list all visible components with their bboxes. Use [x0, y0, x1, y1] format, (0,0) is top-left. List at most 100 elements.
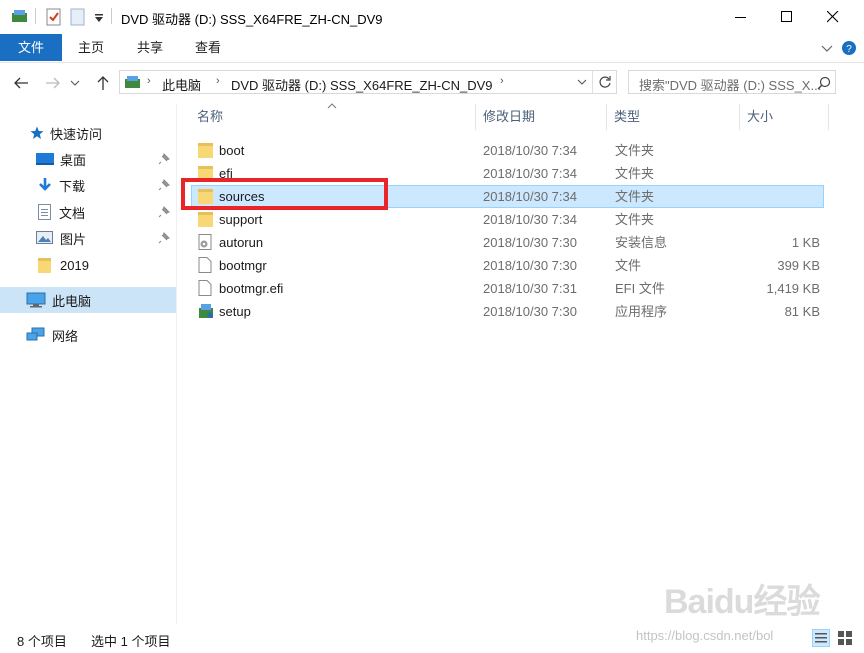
item-count: 8 个项目: [17, 634, 67, 649]
file-name: bootmgr.efi: [219, 281, 284, 296]
pin-icon[interactable]: [158, 153, 170, 165]
nav-item-documents[interactable]: 文档: [0, 199, 176, 225]
maximize-button[interactable]: [764, 0, 810, 34]
nav-label: 图片: [60, 231, 87, 247]
breadcrumb-drive[interactable]: DVD 驱动器 (D:) SSS_X64FRE_ZH-CN_DV9: [231, 75, 493, 94]
file-type: 文件夹: [615, 143, 655, 158]
file-date: 2018/10/30 7:34: [483, 189, 577, 204]
file-row[interactable]: support 2018/10/30 7:34 文件夹: [191, 208, 824, 231]
file-date: 2018/10/30 7:34: [483, 143, 577, 158]
file-row[interactable]: boot 2018/10/30 7:34 文件夹: [191, 139, 824, 162]
pin-icon[interactable]: [158, 232, 170, 244]
column-divider[interactable]: [828, 104, 829, 130]
desktop-icon: [36, 153, 54, 165]
folder-icon: [198, 212, 213, 227]
file-type: 文件夹: [615, 212, 655, 227]
nav-label: 此电脑: [52, 293, 92, 309]
chevron-down-icon[interactable]: [577, 78, 587, 86]
chevron-right-icon[interactable]: ›: [500, 75, 504, 87]
details-view-icon[interactable]: [812, 629, 830, 650]
tab-file[interactable]: 文件: [0, 34, 62, 61]
file-name: setup: [219, 304, 251, 319]
drive-icon: [125, 76, 140, 88]
watermark-url: https://blog.csdn.net/bol: [636, 628, 774, 643]
up-button[interactable]: [92, 72, 114, 94]
column-header-size[interactable]: 大小: [747, 104, 773, 130]
customize-quick-access-icon[interactable]: [94, 12, 104, 27]
nav-label: 网络: [52, 328, 79, 344]
minimize-button[interactable]: [718, 0, 764, 34]
file-name: boot: [219, 143, 245, 158]
file-type: 文件夹: [615, 189, 655, 204]
back-button[interactable]: [10, 72, 32, 94]
divider: [592, 71, 593, 93]
column-divider[interactable]: [739, 104, 740, 130]
file-icon: [198, 257, 212, 273]
file-size: 81 KB: [784, 304, 820, 319]
column-header-name[interactable]: 名称: [197, 104, 223, 130]
file-name: support: [219, 212, 263, 227]
forward-button[interactable]: [42, 72, 64, 94]
maximize-icon: [781, 11, 792, 22]
file-size: 399 KB: [777, 258, 820, 273]
pictures-icon: [36, 231, 53, 244]
file-date: 2018/10/30 7:34: [483, 166, 577, 181]
nav-quick-access[interactable]: 快速访问: [0, 120, 176, 146]
folder-icon: [198, 143, 213, 158]
nav-item-2019[interactable]: 2019: [0, 252, 176, 278]
settings-file-icon: [198, 234, 212, 250]
close-button[interactable]: [810, 0, 856, 34]
setup-app-icon: [199, 304, 213, 318]
properties-icon[interactable]: [46, 8, 62, 29]
help-icon[interactable]: ?: [841, 40, 857, 59]
file-row[interactable]: autorun 2018/10/30 7:30 安装信息 1 KB: [191, 231, 824, 254]
file-size: 1,419 KB: [766, 281, 821, 296]
nav-label: 桌面: [60, 152, 87, 168]
tab-share[interactable]: 共享: [125, 34, 175, 61]
close-icon: [827, 11, 839, 23]
file-date: 2018/10/30 7:30: [483, 304, 577, 319]
tab-view[interactable]: 查看: [183, 34, 233, 61]
nav-network[interactable]: 网络: [0, 322, 176, 348]
large-icons-view-icon[interactable]: [836, 629, 854, 650]
file-type: 文件: [615, 258, 642, 273]
file-name: autorun: [219, 235, 264, 250]
drive-icon[interactable]: [11, 8, 29, 27]
watermark-logo: Baidu经验: [664, 583, 820, 621]
nav-item-downloads[interactable]: 下载: [0, 172, 176, 198]
search-box[interactable]: 搜索"DVD 驱动器 (D:) SSS_X...: [628, 70, 836, 94]
pin-icon[interactable]: [158, 206, 170, 218]
nav-item-pictures[interactable]: 图片: [0, 225, 176, 251]
refresh-icon[interactable]: [598, 75, 612, 89]
column-header-date[interactable]: 修改日期: [483, 104, 535, 130]
expand-ribbon-icon[interactable]: [821, 42, 833, 57]
file-icon: [198, 280, 212, 296]
recent-locations-button[interactable]: [68, 72, 82, 94]
star-icon: [30, 126, 44, 139]
new-folder-icon[interactable]: [70, 8, 86, 29]
column-divider[interactable]: [475, 104, 476, 130]
breadcrumb-this-pc[interactable]: 此电脑: [162, 75, 201, 94]
column-header-type[interactable]: 类型: [614, 104, 640, 130]
nav-item-desktop[interactable]: 桌面: [0, 146, 176, 172]
file-row[interactable]: bootmgr.efi 2018/10/30 7:31 EFI 文件 1,419…: [191, 277, 824, 300]
column-divider[interactable]: [606, 104, 607, 130]
pane-divider: [176, 104, 177, 624]
address-bar[interactable]: › 此电脑 › DVD 驱动器 (D:) SSS_X64FRE_ZH-CN_DV…: [119, 70, 617, 94]
file-type: 应用程序: [615, 304, 668, 319]
download-arrow-icon: [39, 178, 51, 191]
file-type: EFI 文件: [615, 281, 665, 296]
file-row[interactable]: bootmgr 2018/10/30 7:30 文件 399 KB: [191, 254, 824, 277]
chevron-down-icon: [70, 80, 80, 86]
file-type: 安装信息: [615, 235, 668, 250]
file-type: 文件夹: [615, 166, 655, 181]
nav-this-pc[interactable]: 此电脑: [0, 287, 176, 313]
chevron-right-icon: ›: [216, 75, 220, 87]
file-row[interactable]: setup 2018/10/30 7:30 应用程序 81 KB: [191, 300, 824, 323]
up-arrow-icon: [97, 76, 109, 90]
highlight-box: [181, 178, 388, 210]
computer-icon: [26, 292, 46, 308]
tab-home[interactable]: 主页: [66, 34, 116, 61]
file-name: bootmgr: [219, 258, 267, 273]
pin-icon[interactable]: [158, 179, 170, 191]
